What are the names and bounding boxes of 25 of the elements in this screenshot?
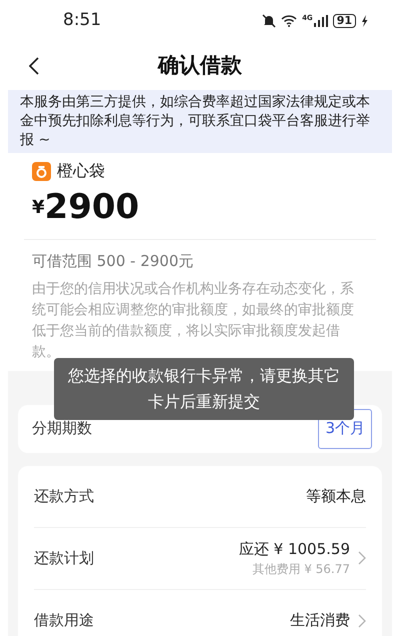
chevron-right-icon	[358, 551, 366, 565]
brand-logo-icon	[32, 162, 51, 180]
chevron-right-icon	[358, 614, 366, 628]
wifi-icon	[281, 15, 298, 27]
detail-value: 应还 ¥ 1005.59	[238, 538, 350, 560]
battery-level: 91	[332, 14, 356, 28]
notice-banner: 本服务由第三方提供，如综合费率超过国家法律规定或本金中预先扣除利息等行为，可联系宜口袋平台客服进行举报 ~	[8, 90, 392, 153]
brand-name: 橙心袋	[57, 160, 105, 182]
page-title: 确认借款	[158, 52, 242, 80]
detail-value: 等额本息	[306, 486, 366, 507]
borrow-range: 可借范围 500 - 2900元	[32, 251, 195, 272]
loan-amount: 2900	[44, 187, 140, 227]
detail-label: 还款计划	[34, 548, 94, 569]
error-toast: 您选择的收款银行卡异常，请更换其它卡片后重新提交	[54, 358, 354, 420]
back-icon[interactable]	[29, 57, 39, 75]
installment-label: 分期期数	[32, 418, 92, 440]
charging-icon	[361, 15, 368, 27]
bell-muted-icon	[262, 14, 276, 28]
detail-note: 其他费用 ¥ 56.77	[252, 561, 350, 578]
currency-symbol: ¥	[32, 196, 45, 220]
signal-icon	[314, 15, 328, 27]
detail-label: 借款用途	[34, 610, 94, 632]
detail-value: 生活消费	[290, 610, 350, 632]
clock: 8:51	[63, 9, 102, 32]
detail-label: 还款方式	[34, 486, 94, 507]
